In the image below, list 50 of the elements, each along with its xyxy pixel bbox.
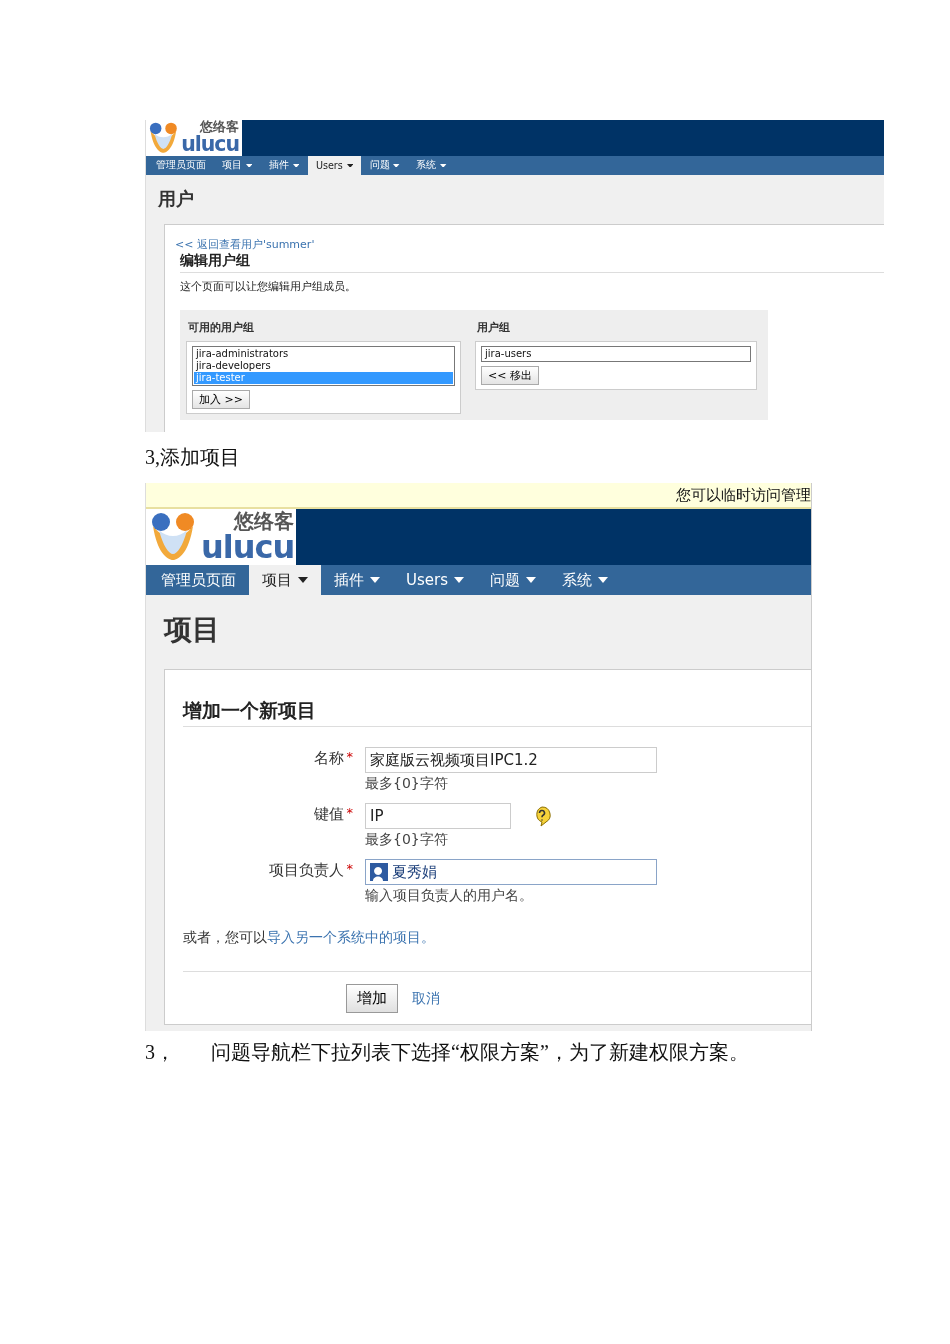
section-heading: 增加一个新项目 (183, 698, 811, 727)
nav-tab[interactable]: 问题 (361, 155, 409, 175)
input-field[interactable]: IP (365, 803, 511, 829)
caption: 问题导航栏下拉列表下选择“权限方案”，为了新建权限方案。 (211, 1040, 749, 1065)
add-button[interactable]: 增加 (346, 984, 398, 1013)
logo-icon (147, 121, 179, 154)
input-field[interactable]: 家庭版云视频项目IPC1.2 (365, 747, 657, 773)
field-label: 项目负责人 * (268, 859, 353, 885)
group-title: 用户组 (477, 319, 511, 335)
logo-icon (149, 512, 197, 562)
notice-banner: 您可以临时访问管理 (146, 483, 811, 509)
caption: 3,添加项目 (145, 445, 241, 470)
field-label: 键值 * (313, 803, 353, 829)
import-text: 或者，您可以导入另一个系统中的项目。 (183, 929, 436, 947)
field-hint: 最多{0}字符 (365, 831, 449, 849)
page-title: 项目 (162, 612, 221, 648)
nav-tab[interactable]: Users (393, 565, 477, 595)
nav-tab[interactable]: 管理员页面 (147, 155, 214, 175)
group-button[interactable]: << 移出 (481, 365, 539, 385)
nav-tab[interactable]: 项目 (213, 155, 261, 175)
required-mark: * (346, 861, 353, 878)
group-button[interactable]: 加入 >> (192, 389, 250, 409)
group-title: 可用的用户组 (188, 319, 255, 335)
section-heading: 编辑用户组 (180, 251, 884, 273)
nav-tab[interactable]: 管理员页面 (148, 565, 249, 595)
nav-tab[interactable]: 插件 (260, 155, 308, 175)
nav-tab[interactable]: 问题 (477, 565, 549, 595)
logo-wordmark: ulucu (201, 531, 295, 563)
group-listbox[interactable]: jira-administrators jira-developers jira-tester (192, 345, 455, 386)
input-field[interactable]: 夏秀娟 (365, 859, 657, 885)
nav-tab[interactable]: 系统 (549, 565, 621, 595)
caption-number: 3， (145, 1040, 175, 1065)
import-link[interactable]: 导入另一个系统中的项目。 (267, 929, 435, 945)
logo-text: 悠络客 (200, 121, 240, 135)
field-hint: 输入项目负责人的用户名。 (365, 887, 534, 905)
page-title: 用户 (156, 186, 195, 211)
field-hint: 最多{0}字符 (365, 775, 449, 793)
nav-tab[interactable]: 项目 (249, 565, 321, 595)
logo-text: 悠络客 (234, 511, 295, 531)
cancel-link[interactable]: 取消 (412, 989, 440, 1008)
required-mark: * (346, 805, 353, 822)
nav-tab[interactable]: 插件 (321, 565, 393, 595)
back-link[interactable]: << 返回查看用户'summer' (175, 236, 315, 252)
user-avatar-icon (370, 863, 388, 881)
required-mark: * (346, 749, 353, 766)
nav-tab[interactable]: Users (307, 155, 362, 175)
nav-tab[interactable]: 系统 (408, 155, 455, 175)
logo-wordmark: ulucu (181, 134, 240, 155)
description: 这个页面可以让您编辑用户组成员。 (180, 278, 357, 294)
field-label: 名称 * (313, 747, 353, 773)
